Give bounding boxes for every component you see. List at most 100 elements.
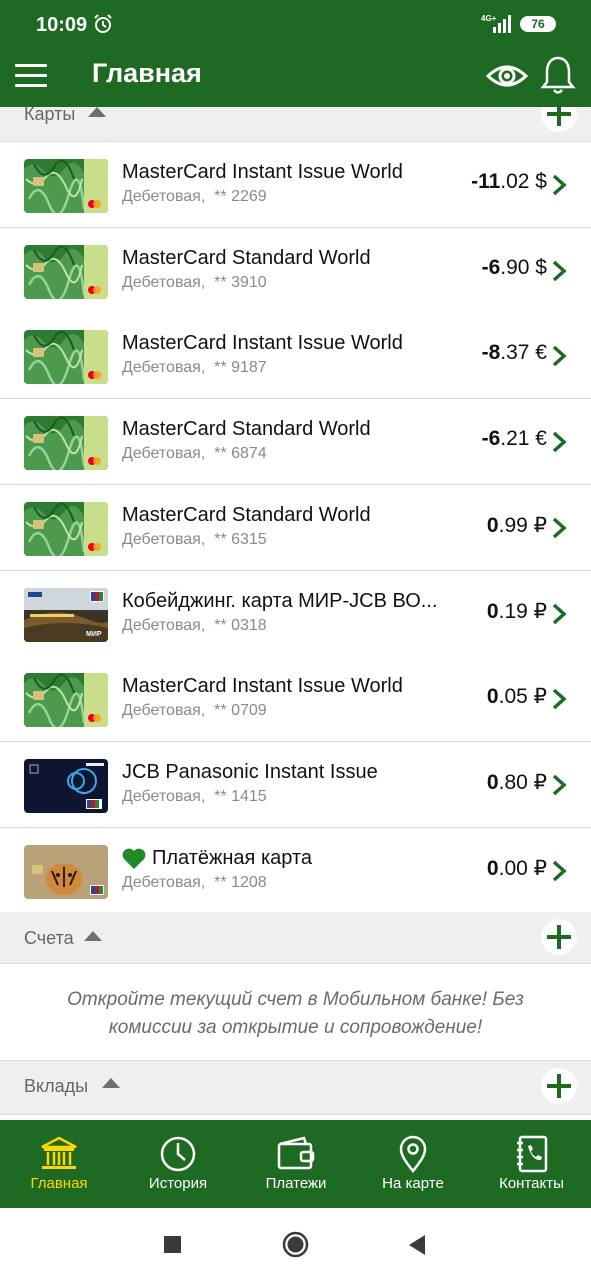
tab-label: Платежи: [265, 1175, 327, 1192]
card-image: [24, 844, 108, 899]
card-row[interactable]: MasterCard Standard World Дебетовая, ** 3…: [0, 227, 591, 314]
balance-fraction: .05 ₽: [498, 685, 547, 709]
card-name: Кобейджинг. карта МИР-JCB ВО...: [122, 589, 438, 612]
balance-fraction: .19 ₽: [498, 599, 547, 623]
card-number: ** 3910: [214, 273, 267, 291]
card-image: [24, 758, 108, 813]
card-number: ** 1208: [214, 873, 267, 891]
add-account-button[interactable]: [541, 919, 577, 955]
app-bar-overlay: Главная: [0, 52, 591, 107]
tab-payments[interactable]: Платежи: [238, 1120, 354, 1208]
card-subtitle: Дебетовая, ** 1208: [122, 874, 267, 892]
card-number: ** 2269: [214, 188, 267, 205]
tab-home[interactable]: Главная: [0, 1120, 118, 1208]
card-name: MasterCard Standard World: [122, 503, 371, 526]
balance-integer: -6: [481, 427, 501, 451]
card-type: Дебетовая,: [122, 445, 206, 463]
card-row[interactable]: MasterCard Instant Issue World Дебетовая,…: [0, 313, 591, 400]
card-name: MasterCard Instant Issue World: [122, 161, 403, 183]
chevron-right-icon: [552, 346, 567, 367]
tab-label: История: [148, 1175, 208, 1192]
home-button[interactable]: [282, 1231, 309, 1258]
card-balance: -11.02 $: [471, 170, 547, 194]
deposits-section-header[interactable]: Вклады: [0, 1061, 591, 1115]
status-time: 10:09: [36, 14, 88, 36]
balance-fraction: .21 €: [500, 427, 547, 451]
tab-label: На карте: [382, 1175, 444, 1192]
card-row[interactable]: MasterCard Standard World Дебетовая, ** 6…: [0, 399, 591, 486]
collapse-icon: [102, 1078, 120, 1088]
card-type: Дебетовая,: [122, 188, 206, 205]
eye-icon[interactable]: [486, 61, 528, 91]
accounts-section-label: Счета: [24, 928, 74, 948]
wallet-icon: [277, 1136, 315, 1170]
card-row[interactable]: МИР Кобейджинг. карта МИР-JCB ВО... Дебето…: [0, 570, 591, 657]
balance-integer: 0: [486, 856, 499, 880]
card-balance: -8.37 €: [482, 341, 547, 365]
card-name: JCB Panasonic Instant Issue: [122, 760, 378, 783]
balance-fraction: .80 ₽: [498, 770, 547, 794]
card-image: [24, 501, 108, 556]
page-title: Главная: [92, 58, 202, 88]
tab-map[interactable]: На карте: [354, 1120, 472, 1208]
alarm-icon: [94, 14, 112, 33]
card-type: Дебетовая,: [122, 787, 206, 805]
card-balance: 0.05 ₽: [487, 684, 547, 709]
card-row[interactable]: Платёжная карта Дебетовая, ** 1208 0.00 ₽: [0, 827, 591, 914]
heart-icon: [122, 848, 146, 869]
card-balance: 0.80 ₽: [487, 770, 547, 795]
balance-fraction: .99 ₽: [498, 513, 547, 537]
card-number: ** 0318: [214, 616, 267, 634]
bell-icon[interactable]: [540, 55, 576, 95]
chevron-right-icon: [552, 517, 567, 539]
collapse-icon: [88, 107, 106, 117]
tab-history[interactable]: История: [118, 1120, 238, 1208]
cards-section-label: Карты: [24, 104, 76, 124]
card-type: Дебетовая,: [122, 702, 206, 720]
card-subtitle: Дебетовая, ** 2269: [122, 188, 267, 206]
bottom-tab-bar: Главная История Платежи На карте Контакт…: [0, 1120, 591, 1208]
card-number: ** 0709: [214, 702, 267, 720]
card-type: Дебетовая,: [122, 873, 206, 891]
card-number: ** 1415: [214, 787, 267, 805]
chevron-right-icon: [552, 774, 567, 796]
balance-fraction: .00 ₽: [498, 856, 547, 880]
chevron-right-icon: [552, 860, 567, 881]
card-row[interactable]: JCB Panasonic Instant Issue Дебетовая, **…: [0, 741, 591, 828]
card-number: ** 9187: [214, 359, 267, 377]
card-row[interactable]: MasterCard Instant Issue World Дебетовая,…: [0, 142, 591, 228]
card-name: MasterCard Standard World: [122, 246, 371, 269]
balance-integer: 0: [486, 599, 499, 623]
chevron-right-icon: [552, 431, 567, 453]
contacts-icon: [516, 1135, 547, 1173]
card-balance: 0.99 ₽: [487, 513, 547, 538]
card-balance: -6.21 €: [482, 427, 547, 451]
card-image: [24, 244, 108, 299]
recents-button[interactable]: [164, 1236, 181, 1253]
accounts-promo-text: Откройте текущий счет в Мобильном банке!…: [0, 965, 591, 1061]
card-image: [24, 673, 108, 728]
card-balance: -6.90 $: [482, 256, 547, 280]
chevron-right-icon: [552, 603, 567, 624]
card-subtitle: Дебетовая, ** 0709: [122, 702, 267, 720]
chevron-right-icon: [552, 260, 567, 281]
clock-icon: [160, 1136, 196, 1172]
chevron-right-icon: [552, 688, 567, 710]
back-button[interactable]: [407, 1234, 427, 1256]
card-type: Дебетовая,: [122, 359, 206, 377]
tab-label: Главная: [30, 1175, 88, 1192]
balance-integer: 0: [486, 513, 499, 537]
card-subtitle: Дебетовая, ** 1415: [122, 788, 267, 806]
card-subtitle: Дебетовая, ** 6874: [122, 445, 267, 463]
add-deposit-button[interactable]: [541, 1068, 577, 1104]
card-name: MasterCard Instant Issue World: [122, 332, 403, 355]
accounts-section-header[interactable]: Счета: [0, 912, 591, 964]
card-image: [24, 416, 108, 471]
card-row[interactable]: MasterCard Standard World Дебетовая, ** 6…: [0, 484, 591, 571]
card-row[interactable]: MasterCard Instant Issue World Дебетовая,…: [0, 656, 591, 743]
tab-contacts[interactable]: Контакты: [472, 1120, 591, 1208]
balance-integer: -6: [481, 255, 501, 279]
balance-integer: 0: [486, 685, 499, 709]
balance-fraction: .02 $: [500, 170, 547, 193]
menu-icon[interactable]: [15, 64, 47, 88]
